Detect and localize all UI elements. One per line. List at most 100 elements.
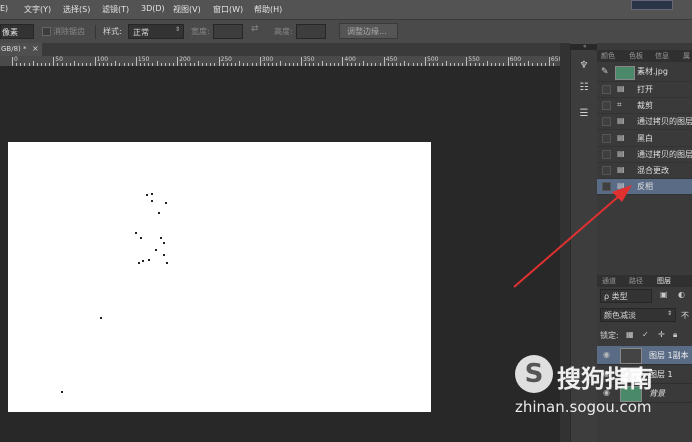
collapse-icon[interactable]: « (583, 43, 587, 50)
ruler-label: 200 (179, 56, 191, 63)
history-brush-icon[interactable]: ✎ (601, 67, 609, 77)
snapshot-label: 素材.jpg (637, 67, 668, 76)
history-source-checkbox[interactable] (602, 85, 611, 94)
lock-paint-icon[interactable]: ✓ (642, 330, 649, 339)
brush-tool-icon[interactable]: ♆ (578, 60, 590, 72)
image-speck (165, 202, 167, 204)
image-speck (151, 200, 153, 202)
lock-label: 锁定: (600, 331, 619, 340)
tab-channels[interactable]: 通道 (602, 276, 616, 286)
ruler-label: 150 (137, 56, 150, 63)
image-speck (61, 391, 63, 393)
properties-icon[interactable]: ☰ (578, 108, 590, 120)
options-bar: 像素 消除锯齿 样式: 正常 ⇕ 宽度: ⇄ 高度: 调整边缘... (0, 19, 692, 45)
history-source-checkbox[interactable] (602, 182, 611, 192)
lock-pixels-icon[interactable]: ▦ (626, 330, 634, 339)
tab-layers[interactable]: 图层 (657, 276, 671, 286)
ruler-tick (135, 57, 137, 66)
style-select[interactable]: 正常 ⇕ (128, 24, 184, 39)
menu-3d[interactable]: 3D(D) (141, 4, 165, 13)
ruler-tick (94, 57, 96, 66)
layer-filter-label: ρ 类型 (604, 292, 628, 301)
history-item[interactable]: ▤ 反相 (597, 179, 692, 196)
lock-all-icon[interactable]: 🔒︎ (673, 330, 677, 340)
ruler-tick (466, 57, 468, 66)
history-source-checkbox[interactable] (602, 166, 611, 175)
history-item[interactable]: ⌗ 裁剪 (597, 98, 692, 115)
lock-move-icon[interactable]: ✛ (658, 330, 665, 339)
blend-mode-value: 颜色减淡 (604, 311, 636, 320)
refine-edge-button[interactable]: 调整边缘... (339, 23, 398, 39)
layer-filter-select[interactable]: ρ 类型 (600, 289, 652, 303)
ruler-tick (425, 57, 426, 66)
history-step-icon: ▤ (617, 148, 625, 158)
history-step-icon: ⌗ (617, 100, 622, 110)
blend-mode-select[interactable]: 颜色减淡 ⇕ (600, 308, 676, 322)
document-tab[interactable]: GB/8) * × (0, 43, 42, 56)
menu-filter[interactable]: 滤镜(T) (102, 4, 129, 15)
tab-swatches[interactable]: 色板 (629, 51, 643, 61)
history-item[interactable]: ▤ 通过拷贝的图层 (597, 147, 692, 163)
layers-panel-tabs: 通道 路径 图层 (597, 275, 692, 287)
height-input[interactable] (296, 24, 326, 39)
snapshot-thumbnail (615, 66, 635, 80)
document-tabbar (0, 43, 560, 56)
ruler-label: 550 (468, 56, 480, 63)
eye-icon[interactable]: ◉ (603, 350, 610, 359)
history-source-checkbox[interactable] (602, 133, 611, 143)
layer-name: 图层 1副本 (649, 351, 689, 360)
workspace-icon[interactable] (631, 0, 673, 10)
image-speck (138, 262, 140, 264)
feather-field[interactable]: 像素 (0, 24, 34, 39)
document-canvas[interactable] (8, 142, 431, 412)
ruler-label: 0 (14, 56, 18, 63)
menu-select[interactable]: 选择(S) (63, 4, 90, 15)
tab-info[interactable]: 信息 (655, 51, 669, 61)
width-input[interactable] (213, 24, 243, 39)
history-item-label: 打开 (637, 85, 653, 94)
menu-window[interactable]: 窗口(W) (213, 4, 243, 15)
style-value: 正常 (133, 28, 149, 37)
history-item-label: 混合更改 (637, 166, 669, 175)
image-filter-icon[interactable]: ▣ (660, 290, 668, 299)
ruler-label: 100 (96, 56, 109, 63)
tab-paths[interactable]: 路径 (629, 276, 643, 286)
ruler-tick (342, 57, 344, 66)
watermark-brand: 搜狗指南 (557, 365, 653, 393)
ruler-tick (301, 57, 303, 66)
history-source-checkbox[interactable] (602, 149, 611, 159)
history-step-icon: ▤ (617, 165, 625, 174)
history-item[interactable]: ▤ 黑白 (597, 131, 692, 147)
chevron-down-icon: ⇕ (175, 26, 181, 33)
swap-icon[interactable]: ⇄ (251, 24, 259, 34)
menu-edit[interactable]: E) (0, 4, 8, 13)
ruler-tick (259, 57, 261, 66)
tab-color[interactable]: 颜色 (601, 51, 615, 61)
image-speck (158, 212, 160, 214)
menu-type[interactable]: 文字(Y) (24, 4, 51, 15)
document-tab-label: GB/8) * (1, 45, 27, 53)
ruler-tick (12, 57, 13, 66)
menu-view[interactable]: 视图(V) (173, 4, 201, 15)
history-snapshot[interactable]: ✎ 素材.jpg (597, 64, 692, 82)
ruler-label: 450 (385, 56, 398, 63)
history-source-checkbox[interactable] (602, 101, 611, 111)
color-panel-tabs: 颜色 色板 信息 属 (597, 50, 692, 62)
sogou-logo-letter: S (524, 359, 544, 389)
ruler-label: 600 (509, 56, 522, 63)
chevron-down-icon: ⇕ (667, 310, 673, 317)
history-item[interactable]: ▤ 混合更改 (597, 163, 692, 179)
image-speck (166, 262, 168, 264)
image-speck (142, 260, 144, 262)
tab-properties[interactable]: 属 (683, 51, 690, 61)
history-source-checkbox[interactable] (602, 117, 611, 127)
adjust-filter-icon[interactable]: ◐ (678, 290, 685, 299)
history-item[interactable]: ▤ 通过拷贝的图层 (597, 114, 692, 131)
menu-help[interactable]: 帮助(H) (254, 4, 282, 15)
image-speck (140, 237, 142, 239)
watermark-url: zhinan.sogou.com (515, 398, 652, 416)
close-icon[interactable]: × (32, 44, 39, 53)
history-item[interactable]: ▤ 打开 (597, 82, 692, 98)
antialias-checkbox[interactable] (42, 27, 51, 36)
adjustments-icon[interactable]: ☷ (578, 82, 590, 94)
